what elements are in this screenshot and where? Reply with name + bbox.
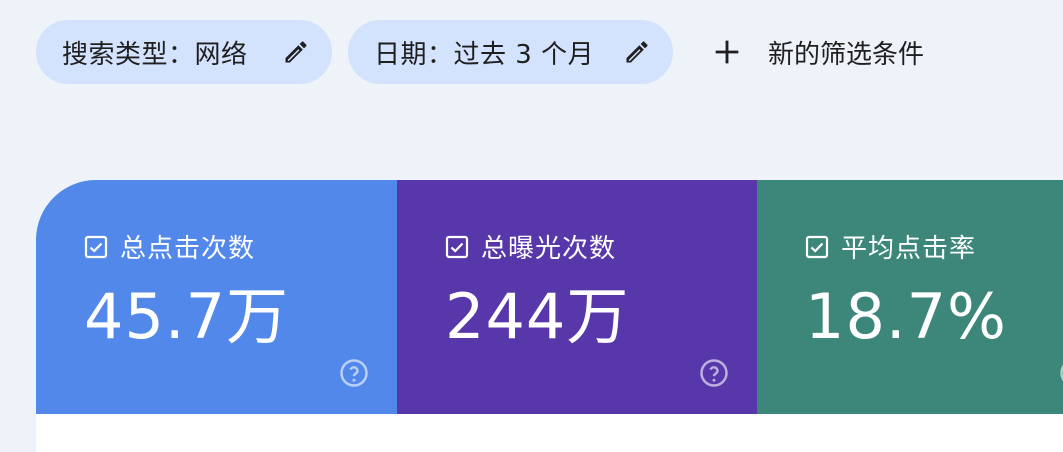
checkbox-checked-icon[interactable] [445, 235, 469, 259]
metric-label: 总点击次数 [120, 234, 256, 264]
pencil-icon[interactable] [282, 38, 310, 66]
metric-cards: 总点击次数 45.7万 总曝光次数 244万 平均点击率 18.7% [36, 180, 1063, 414]
metric-card-header: 总曝光次数 [445, 228, 616, 265]
filter-chip-search-type[interactable]: 搜索类型：网络 [36, 20, 332, 84]
filter-chip-date-label: 日期：过去 3 个月 [374, 39, 595, 70]
metric-label: 总曝光次数 [481, 234, 617, 264]
metric-card-header: 总点击次数 [84, 228, 255, 265]
help-circle-icon[interactable] [339, 358, 369, 388]
metric-value: 45.7万 [84, 280, 290, 353]
metric-card-average-ctr[interactable]: 平均点击率 18.7% [757, 180, 1063, 414]
metric-card-header: 平均点击率 [805, 228, 976, 265]
checkbox-checked-icon[interactable] [805, 235, 829, 259]
help-circle-icon[interactable] [699, 358, 729, 388]
filter-chip-date[interactable]: 日期：过去 3 个月 [348, 20, 673, 84]
metric-label: 平均点击率 [841, 234, 977, 264]
metric-card-total-clicks[interactable]: 总点击次数 45.7万 [36, 180, 397, 414]
chart-area [36, 414, 1063, 452]
pencil-icon[interactable] [623, 38, 651, 66]
plus-icon [715, 40, 739, 64]
filter-chip-search-type-label: 搜索类型：网络 [62, 39, 248, 70]
metric-value: 18.7% [805, 280, 1007, 353]
checkbox-checked-icon[interactable] [84, 235, 108, 259]
help-circle-icon[interactable] [1059, 358, 1063, 388]
new-filter-button[interactable]: 新的筛选条件 [710, 20, 924, 84]
metric-card-total-impressions[interactable]: 总曝光次数 244万 [397, 180, 757, 414]
metric-value: 244万 [445, 280, 630, 353]
new-filter-label: 新的筛选条件 [768, 39, 925, 70]
